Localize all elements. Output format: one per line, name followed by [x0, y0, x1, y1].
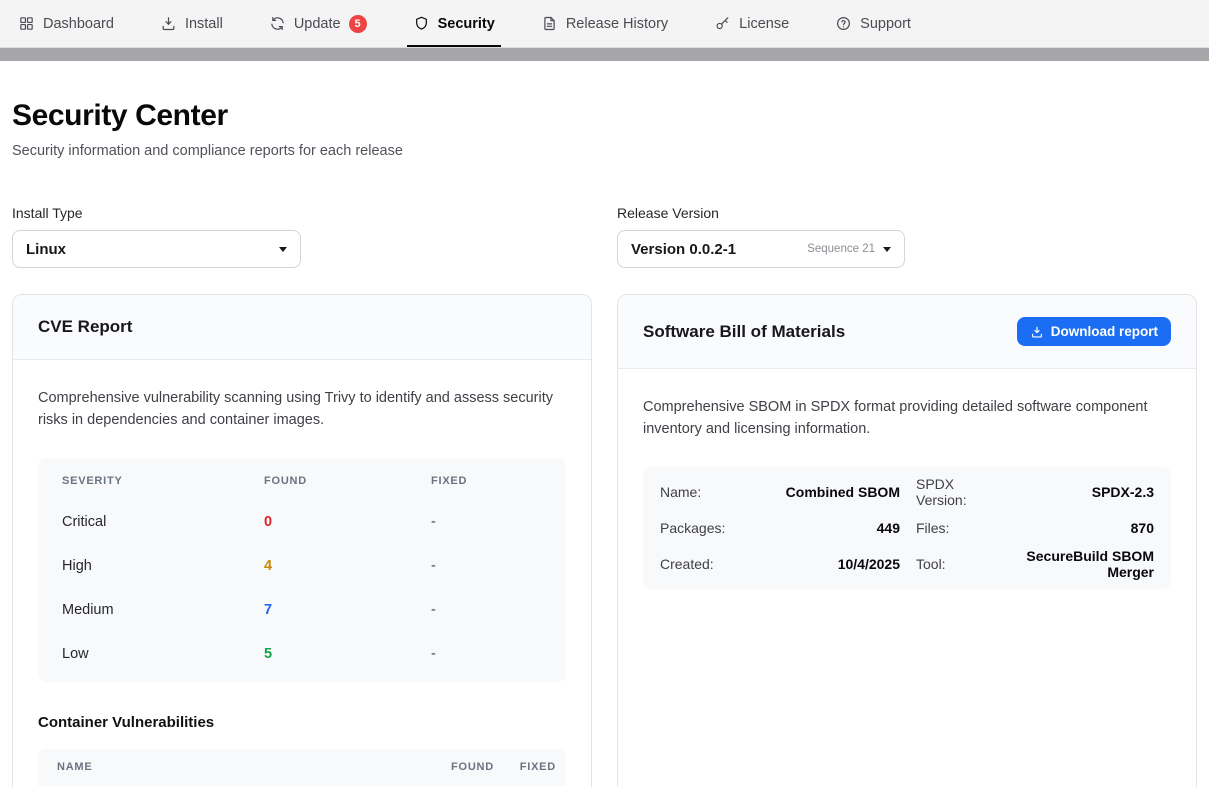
nav-item-dashboard[interactable]: Dashboard [16, 0, 116, 47]
container-vulnerabilities-table-header: NAME FOUND FIXED [38, 749, 566, 786]
table-row: Low 5 - [38, 632, 566, 676]
cve-report-title: CVE Report [38, 317, 132, 337]
release-version-label: Release Version [617, 205, 1197, 221]
col-name: NAME [57, 761, 404, 773]
release-version-value: Version 0.0.2-1 [631, 241, 736, 258]
nav-item-support[interactable]: Support [833, 0, 913, 47]
refresh-icon [269, 15, 286, 32]
header-divider-band [0, 48, 1209, 61]
page-subtitle: Security information and compliance repo… [12, 143, 1197, 159]
shield-icon [413, 15, 430, 32]
cve-report-description: Comprehensive vulnerability scanning usi… [38, 388, 566, 432]
container-vulnerabilities-title: Container Vulnerabilities [38, 714, 566, 731]
release-version-select[interactable]: Version 0.0.2-1 Sequence 21 [617, 230, 905, 268]
download-icon [160, 15, 177, 32]
table-row: Created: 10/4/2025 Tool: SecureBuild SBO… [660, 546, 1154, 582]
sbom-card: Software Bill of Materials Download repo… [617, 294, 1197, 787]
fixed-count: - [431, 558, 542, 574]
severity-table: SEVERITY FOUND FIXED Critical 0 - High 4… [38, 458, 566, 682]
nav-label: Release History [566, 16, 668, 32]
release-sequence-hint: Sequence 21 [807, 243, 875, 255]
install-type-filter: Install Type Linux [12, 205, 592, 268]
fixed-count: - [431, 646, 542, 662]
download-report-label: Download report [1051, 324, 1158, 339]
document-icon [541, 15, 558, 32]
sbom-description: Comprehensive SBOM in SPDX format provid… [643, 397, 1171, 441]
nav-label: Security [438, 16, 495, 32]
cve-report-card: CVE Report Comprehensive vulnerability s… [12, 294, 592, 787]
sbom-header: Software Bill of Materials Download repo… [618, 295, 1196, 369]
chevron-down-icon [883, 247, 891, 252]
found-count: 5 [264, 646, 431, 662]
nav-label: Dashboard [43, 16, 114, 32]
install-type-label: Install Type [12, 205, 592, 221]
nav-label: License [739, 16, 789, 32]
nav-item-update[interactable]: Update 5 [267, 0, 369, 47]
cards-row: CVE Report Comprehensive vulnerability s… [12, 294, 1197, 787]
fixed-count: - [431, 514, 542, 530]
col-fixed: FIXED [494, 761, 556, 773]
found-count: 0 [264, 514, 431, 530]
found-count: 7 [264, 602, 431, 618]
nav-item-release-history[interactable]: Release History [539, 0, 670, 47]
col-severity: SEVERITY [62, 475, 264, 487]
table-row: Name: Combined SBOM SPDX Version: SPDX-2… [660, 474, 1154, 510]
nav-item-security[interactable]: Security [411, 0, 497, 47]
page-title: Security Center [12, 99, 1197, 133]
main-content: Security Center Security information and… [0, 99, 1209, 787]
table-row: Critical 0 - [38, 500, 566, 544]
key-icon [714, 15, 731, 32]
download-icon [1030, 325, 1044, 339]
chevron-down-icon [279, 247, 287, 252]
nav-item-install[interactable]: Install [158, 0, 225, 47]
table-row: High 4 - [38, 544, 566, 588]
nav-item-license[interactable]: License [712, 0, 791, 47]
cve-report-header: CVE Report [13, 295, 591, 360]
top-nav: Dashboard Install Update 5 Security Rele… [0, 0, 1209, 48]
fixed-count: - [431, 602, 542, 618]
col-found: FOUND [264, 475, 431, 487]
nav-label: Install [185, 16, 223, 32]
severity-table-header: SEVERITY FOUND FIXED [38, 462, 566, 500]
release-version-filter: Release Version Version 0.0.2-1 Sequence… [617, 205, 1197, 268]
filters-row: Install Type Linux Release Version Versi… [12, 205, 1197, 268]
download-report-button[interactable]: Download report [1017, 317, 1171, 346]
col-found: FOUND [404, 761, 494, 773]
install-type-select[interactable]: Linux [12, 230, 301, 268]
table-row: Medium 7 - [38, 588, 566, 632]
dashboard-grid-icon [18, 15, 35, 32]
table-row: Packages: 449 Files: 870 [660, 510, 1154, 546]
help-circle-icon [835, 15, 852, 32]
update-count-badge: 5 [349, 15, 367, 33]
nav-label: Support [860, 16, 911, 32]
install-type-value: Linux [26, 241, 66, 258]
nav-label: Update [294, 16, 341, 32]
sbom-info-grid: Name: Combined SBOM SPDX Version: SPDX-2… [643, 467, 1171, 589]
sbom-title: Software Bill of Materials [643, 322, 845, 342]
found-count: 4 [264, 558, 431, 574]
col-fixed: FIXED [431, 475, 542, 487]
